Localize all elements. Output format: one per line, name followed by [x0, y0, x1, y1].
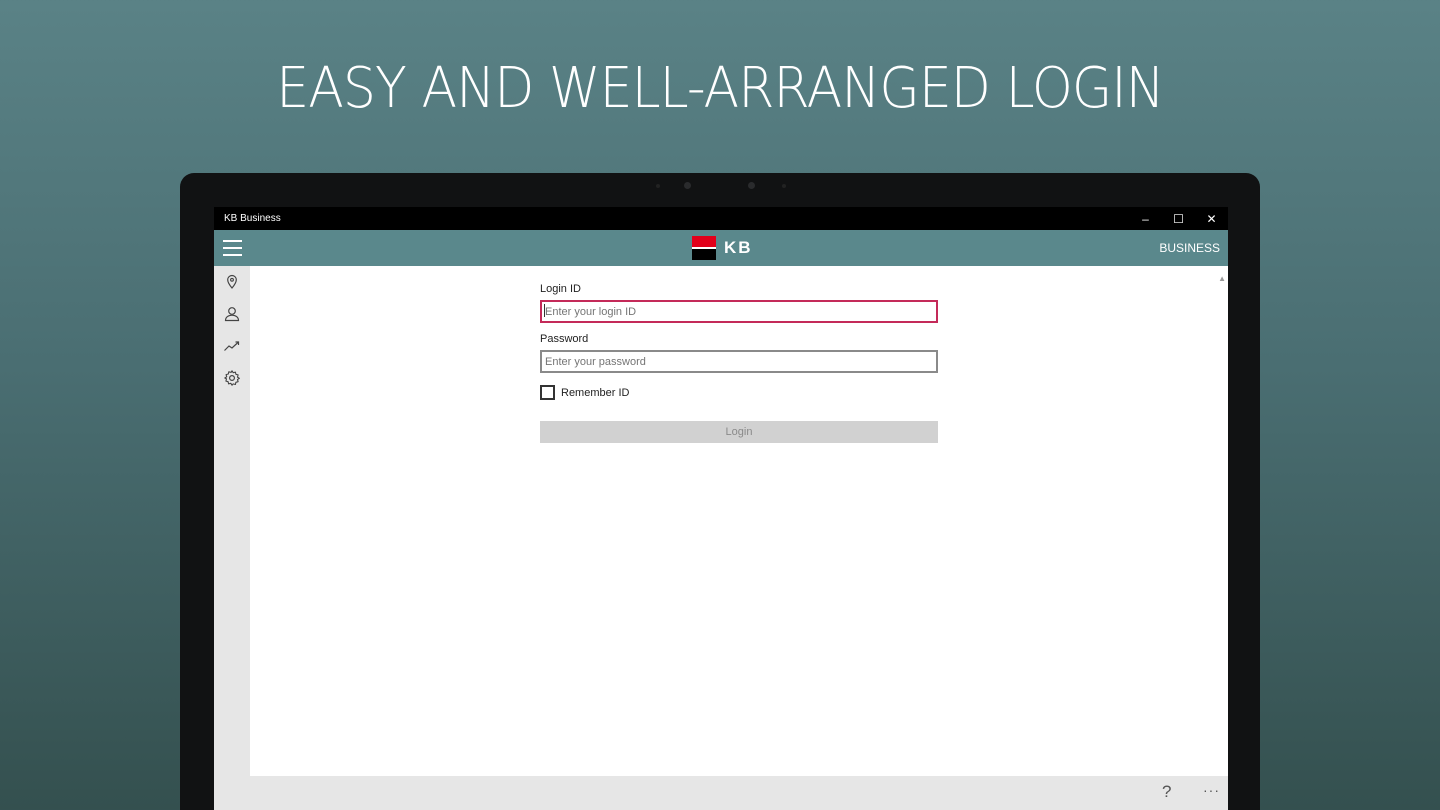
location-pin-icon[interactable]	[223, 273, 241, 291]
minimize-button[interactable]: ‒	[1129, 207, 1162, 230]
page-headline: EASY AND WELL-ARRANGED LOGIN	[276, 56, 1164, 121]
user-icon[interactable]	[223, 305, 241, 323]
camera-lens	[748, 182, 755, 189]
login-id-input[interactable]	[540, 300, 938, 323]
kb-logo: KB	[692, 236, 753, 260]
maximize-button[interactable]: ☐	[1162, 207, 1195, 230]
scroll-up-arrow[interactable]: ▲	[1218, 274, 1226, 283]
login-id-label: Login ID	[540, 283, 581, 295]
login-button[interactable]: Login	[540, 421, 938, 443]
gear-icon[interactable]	[223, 369, 241, 387]
password-label: Password	[540, 333, 589, 345]
main-content: ▲ Login ID Password Remember ID Login	[250, 266, 1228, 776]
trend-chart-icon[interactable]	[223, 337, 241, 355]
window-title: KB Business	[224, 213, 281, 224]
app-window: KB Business ‒ ☐ ✕ KB BUSINESS ▲ Login ID…	[214, 207, 1228, 810]
camera-lens	[684, 182, 691, 189]
sensor-dot	[656, 184, 660, 188]
remember-id-row[interactable]: Remember ID	[540, 385, 938, 400]
more-options-icon[interactable]: ···	[1203, 782, 1220, 798]
business-label[interactable]: BUSINESS	[1159, 241, 1220, 255]
help-icon[interactable]: ?	[1162, 782, 1171, 802]
close-button[interactable]: ✕	[1195, 207, 1228, 230]
remember-id-checkbox[interactable]	[540, 385, 555, 400]
logo-text: KB	[724, 238, 753, 257]
sidebar	[214, 266, 250, 810]
kb-logo-mark	[692, 236, 716, 260]
title-bar: KB Business ‒ ☐ ✕	[214, 207, 1228, 230]
text-caret	[544, 304, 545, 317]
hamburger-menu-icon[interactable]	[223, 240, 242, 256]
password-input[interactable]	[540, 350, 938, 373]
remember-id-label: Remember ID	[561, 386, 630, 399]
bottom-app-bar: ? ···	[250, 776, 1228, 810]
sensor-dot	[782, 184, 786, 188]
app-header: KB BUSINESS	[214, 230, 1228, 266]
login-form: Login ID Password Remember ID Login	[540, 283, 938, 443]
